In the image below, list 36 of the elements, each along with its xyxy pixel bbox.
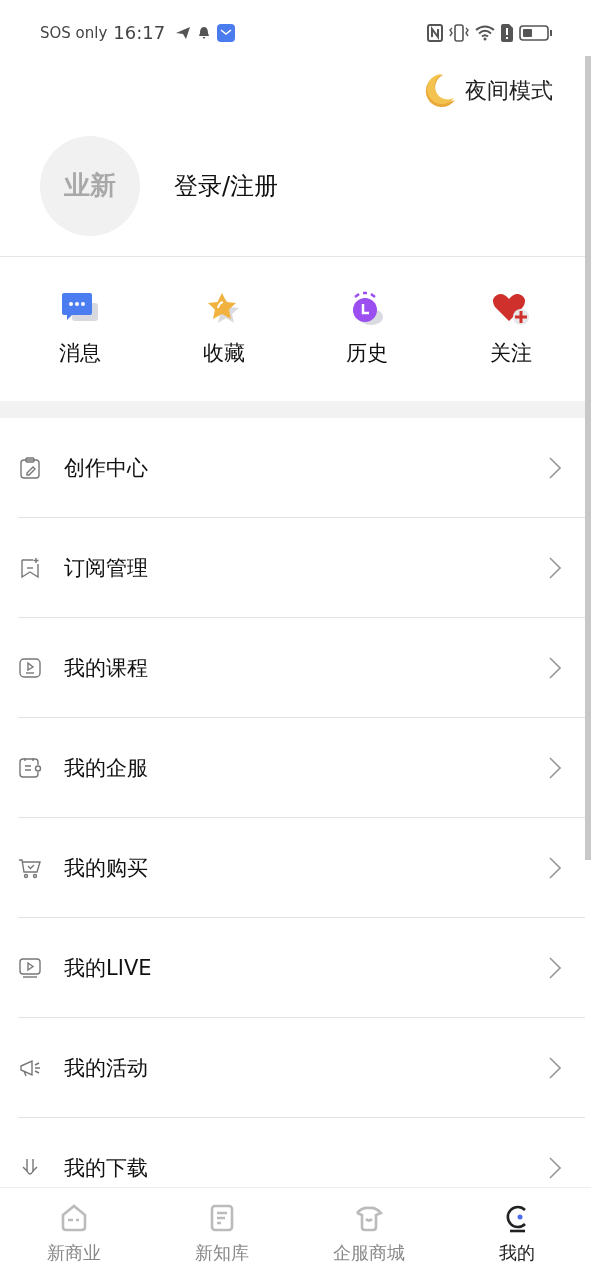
shortcut-button[interactable]: 消息	[29, 290, 130, 367]
vibrate-icon	[449, 23, 469, 42]
notepad-icon	[18, 755, 42, 780]
clock-text: 16:17	[113, 22, 166, 44]
clipboard-pen-icon	[18, 455, 42, 480]
shortcut-button[interactable]: 历史	[317, 290, 418, 367]
menu-item[interactable]: 我的购买	[18, 818, 585, 919]
chevron-right-icon	[549, 556, 561, 579]
tab[interactable]: 新知库	[147, 1188, 296, 1280]
notification-icon	[197, 25, 212, 40]
nfc-icon	[427, 23, 443, 42]
menu-item[interactable]: 我的LIVE	[18, 918, 585, 1019]
battery-icon	[519, 24, 553, 41]
wifi-icon	[475, 24, 495, 41]
night-mode-toggle[interactable]: 夜间模式	[421, 71, 553, 110]
chevron-right-icon	[549, 1056, 561, 1079]
play-card-icon	[18, 655, 42, 680]
menu-item[interactable]: 我的活动	[18, 1018, 585, 1119]
carrier-text: SOS only	[40, 23, 108, 42]
shortcut-button[interactable]: 收藏	[173, 290, 274, 367]
chevron-right-icon	[549, 656, 561, 679]
chevron-right-icon	[549, 756, 561, 779]
tab[interactable]: 我的	[443, 1188, 591, 1280]
app-icon	[217, 23, 236, 42]
sim-alert-icon	[501, 23, 513, 42]
tab[interactable]: 新商业	[0, 1188, 148, 1280]
chevron-right-icon	[549, 456, 561, 479]
chevron-right-icon	[549, 1156, 561, 1179]
tab[interactable]: 企服商城	[295, 1188, 444, 1280]
chevron-right-icon	[549, 956, 561, 979]
bookmark-icon	[18, 555, 42, 580]
shortcut-button[interactable]: 关注	[461, 290, 562, 367]
send-icon	[175, 25, 192, 40]
video-icon	[18, 955, 42, 980]
chevron-right-icon	[549, 856, 561, 879]
login-link[interactable]: 登录/注册	[174, 169, 279, 202]
